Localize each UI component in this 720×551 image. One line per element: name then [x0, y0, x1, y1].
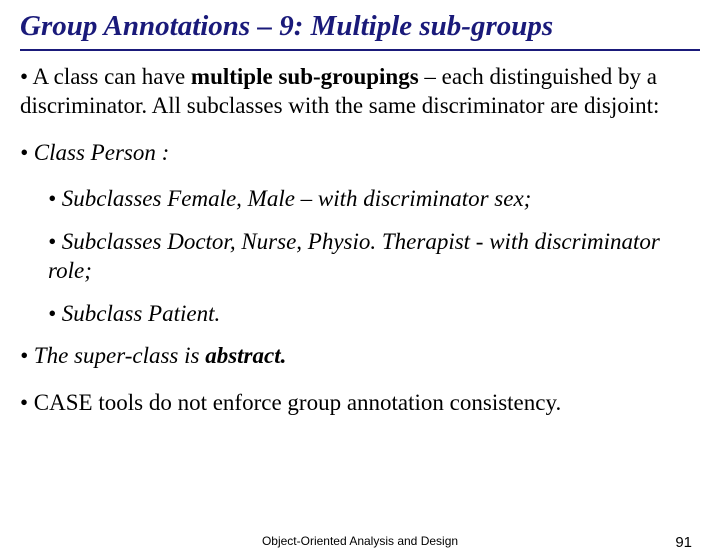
footer-center-text: Object-Oriented Analysis and Design: [262, 534, 458, 548]
page-number: 91: [675, 534, 692, 551]
slide: Group Annotations – 9: Multiple sub-grou…: [0, 0, 720, 540]
bullet-1: • A class can have multiple sub-grouping…: [20, 63, 700, 121]
sub-bullet-2: • Subclasses Doctor, Nurse, Physio. Ther…: [48, 228, 700, 286]
sub-bullet-3: • Subclass Patient.: [48, 300, 700, 329]
bullet-1-bold: multiple sub-groupings: [191, 64, 419, 89]
bullet-3-bold: abstract.: [205, 343, 286, 368]
slide-title: Group Annotations – 9: Multiple sub-grou…: [20, 8, 700, 51]
bullet-3-pre: • The super-class is: [20, 343, 205, 368]
bullet-1-pre: • A class can have: [20, 64, 191, 89]
bullet-2: • Class Person :: [20, 139, 700, 168]
bullet-4: • CASE tools do not enforce group annota…: [20, 389, 700, 418]
bullet-3: • The super-class is abstract.: [20, 342, 700, 371]
sub-bullet-1: • Subclasses Female, Male – with discrim…: [48, 185, 700, 214]
